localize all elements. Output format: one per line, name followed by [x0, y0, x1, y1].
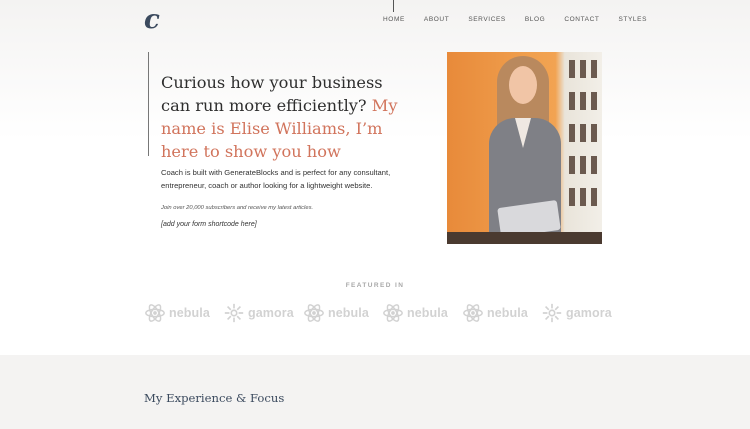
subscribe-note: Join over 20,000 subscribers and receive…	[161, 205, 314, 211]
photo-building	[564, 52, 602, 244]
flower-icon	[224, 303, 244, 323]
atom-icon	[383, 304, 403, 322]
nav-blog[interactable]: BLOG	[525, 16, 545, 23]
featured-logo-name: gamora	[248, 306, 294, 320]
hero-portrait-photo	[447, 52, 602, 244]
nav-services[interactable]: SERVICES	[468, 16, 506, 23]
nav-divider	[393, 0, 394, 12]
site-header: c HOME ABOUT SERVICES BLOG CONTACT STYLE…	[0, 0, 750, 40]
photo-window-sill	[447, 232, 602, 244]
featured-in-label: FEATURED IN	[345, 282, 405, 289]
hero-title-plain: Curious how your business can run more e…	[161, 73, 383, 115]
experience-section-title: My Experience & Focus	[144, 391, 285, 405]
hero-accent-line	[148, 52, 149, 156]
main-nav: HOME ABOUT SERVICES BLOG CONTACT STYLES	[383, 16, 647, 23]
featured-logo-2: gamora	[223, 300, 294, 326]
nav-contact[interactable]: CONTACT	[564, 16, 599, 23]
featured-logos: nebula gamora nebula nebula nebula gamor…	[144, 300, 614, 326]
featured-logo-name: gamora	[566, 306, 612, 320]
photo-face	[509, 66, 537, 104]
featured-logo-5: nebula	[462, 300, 528, 326]
featured-logo-name: nebula	[407, 306, 448, 320]
nav-home[interactable]: HOME	[383, 16, 405, 23]
featured-logo-4: nebula	[382, 300, 448, 326]
hero-title: Curious how your business can run more e…	[161, 71, 406, 163]
atom-icon	[145, 304, 165, 322]
featured-logo-name: nebula	[169, 306, 210, 320]
featured-logo-6: gamora	[541, 300, 612, 326]
nav-styles[interactable]: STYLES	[618, 16, 647, 23]
atom-icon	[463, 304, 483, 322]
experience-section	[0, 355, 750, 429]
site-logo[interactable]: c	[144, 7, 160, 33]
hero-description: Coach is built with GenerateBlocks and i…	[161, 168, 391, 190]
nav-about[interactable]: ABOUT	[424, 16, 449, 23]
flower-icon	[542, 303, 562, 323]
atom-icon	[304, 304, 324, 322]
featured-logo-1: nebula	[144, 300, 210, 326]
featured-logo-name: nebula	[487, 306, 528, 320]
form-shortcode-placeholder: [add your form shortcode here]	[161, 221, 257, 228]
featured-logo-3: nebula	[303, 300, 369, 326]
featured-logo-name: nebula	[328, 306, 369, 320]
